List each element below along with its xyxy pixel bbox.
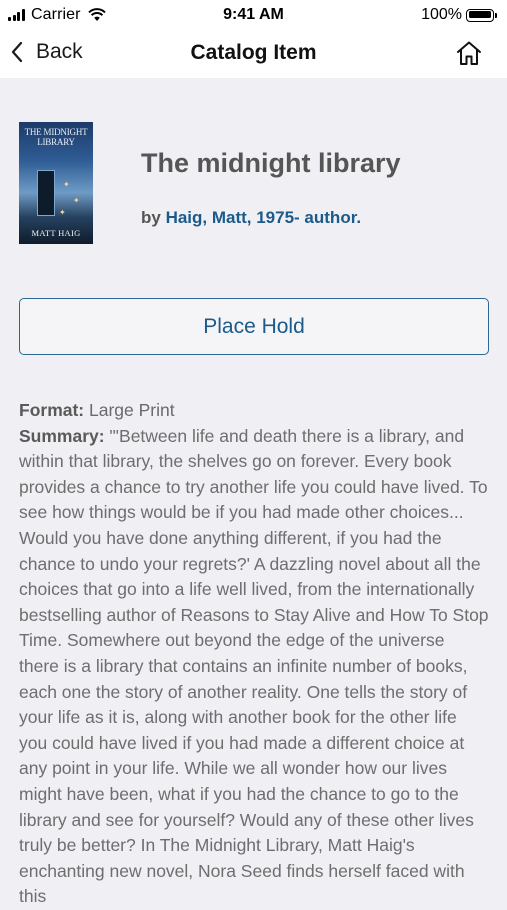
cover-bird-illustration: ✦ bbox=[59, 208, 66, 217]
battery-nub bbox=[495, 12, 497, 18]
summary-label: Summary: bbox=[19, 425, 105, 446]
home-icon[interactable] bbox=[455, 40, 483, 66]
catalog-item-content: THE MIDNIGHT LIBRARY ✦ ✦ ✦ MATT HAIG The… bbox=[0, 78, 507, 906]
format-row: Format: Large Print bbox=[19, 398, 489, 424]
battery-percent: 100% bbox=[421, 6, 462, 23]
author-link[interactable]: Haig, Matt, 1975- author. bbox=[166, 208, 362, 227]
cover-bird-illustration: ✦ bbox=[63, 180, 70, 189]
book-byline: by Haig, Matt, 1975- author. bbox=[141, 208, 361, 228]
summary-value: "'Between life and death there is a libr… bbox=[19, 425, 489, 907]
format-label: Format: bbox=[19, 400, 85, 420]
status-right: 100% bbox=[421, 6, 497, 24]
cover-door-illustration bbox=[37, 170, 55, 216]
battery-icon bbox=[466, 8, 494, 22]
navigation-bar: Back Catalog Item bbox=[0, 30, 507, 78]
summary-row: Summary: "'Between life and death there … bbox=[19, 424, 489, 910]
book-cover-image: THE MIDNIGHT LIBRARY ✦ ✦ ✦ MATT HAIG bbox=[19, 122, 93, 244]
format-value: Large Print bbox=[89, 400, 175, 420]
page-title: Catalog Item bbox=[190, 41, 317, 64]
by-prefix: by bbox=[141, 208, 166, 227]
battery-fill bbox=[468, 11, 491, 18]
place-hold-button[interactable]: Place Hold bbox=[19, 298, 489, 355]
item-details: Format: Large Print Summary: "'Between l… bbox=[19, 398, 489, 910]
status-bar: Carrier 9:41 AM 100% bbox=[0, 0, 507, 30]
cover-title: THE MIDNIGHT LIBRARY bbox=[24, 127, 88, 147]
book-title: The midnight library bbox=[141, 148, 401, 178]
cover-author: MATT HAIG bbox=[31, 228, 81, 238]
cover-bird-illustration: ✦ bbox=[73, 196, 80, 205]
